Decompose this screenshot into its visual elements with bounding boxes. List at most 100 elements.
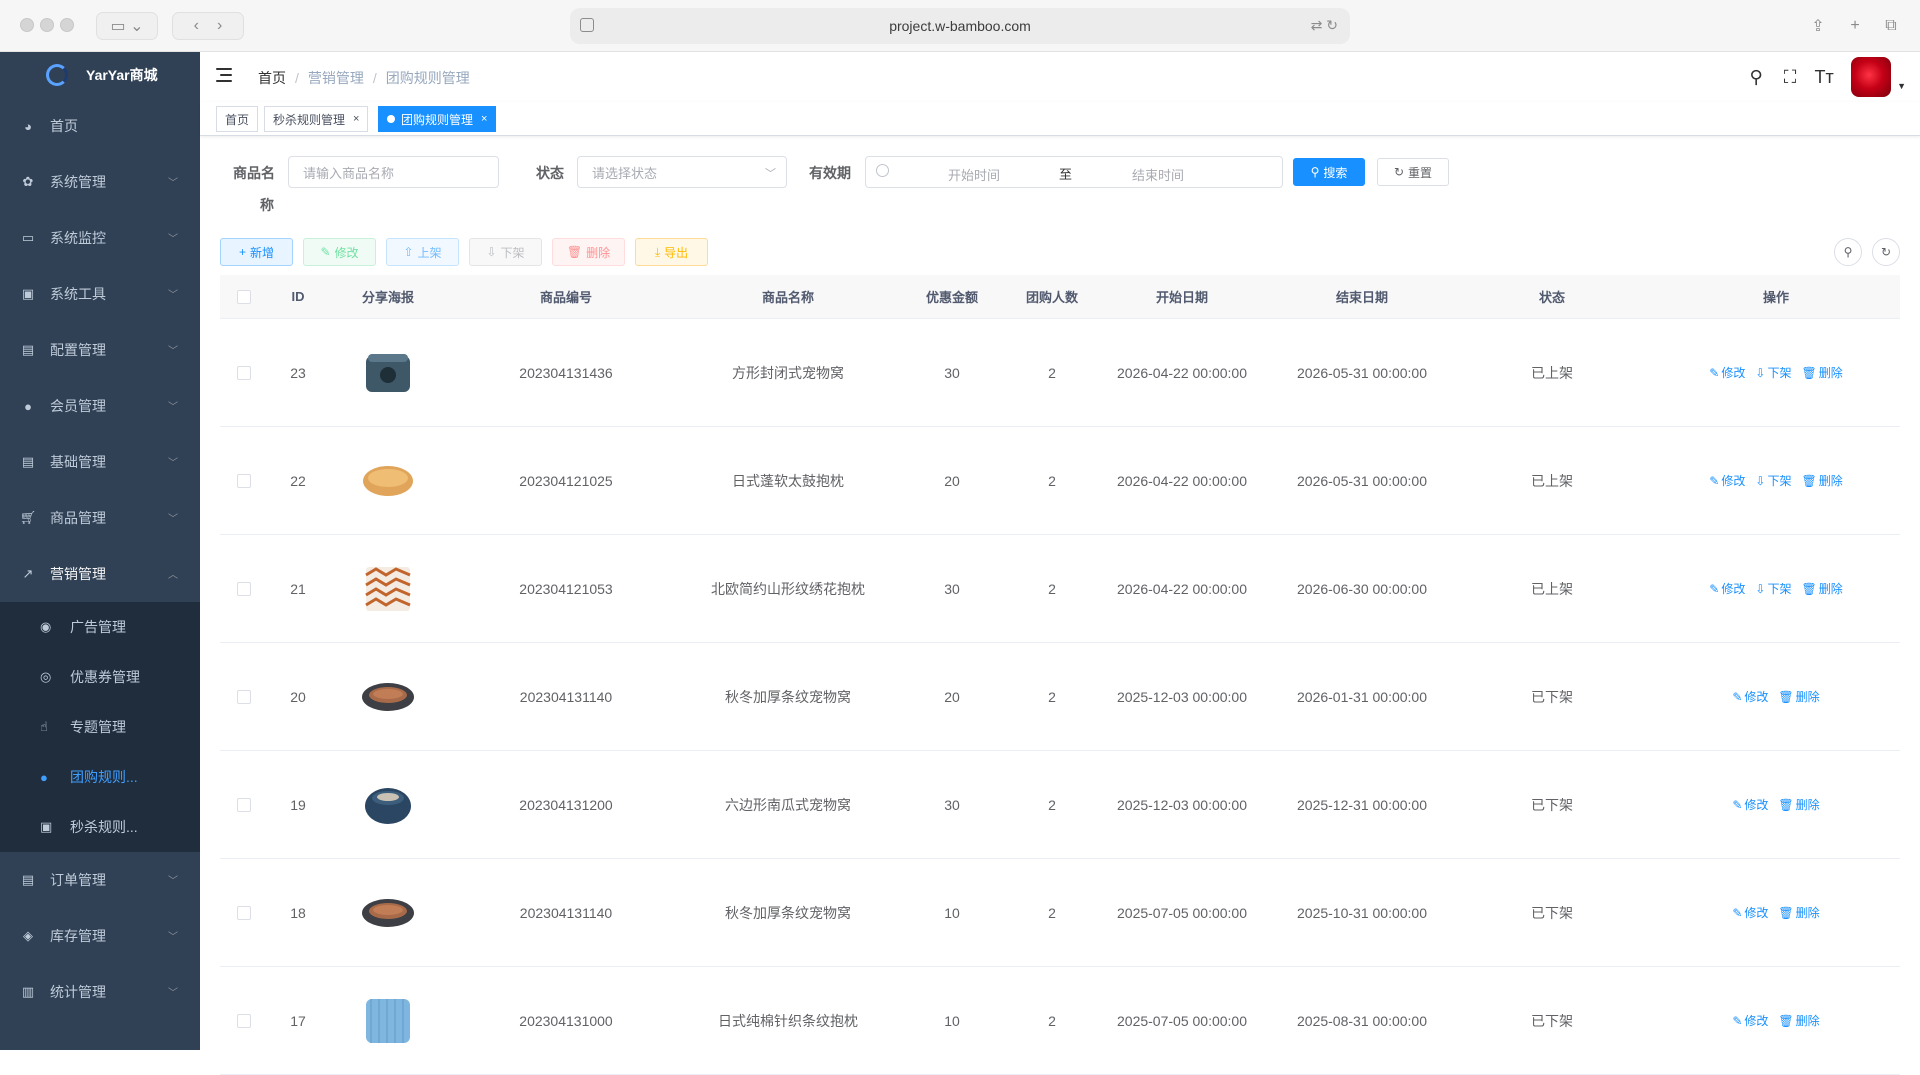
close-icon[interactable]: × bbox=[481, 113, 487, 125]
sidebar-item-base[interactable]: ▤ 基础管理 ﹀ bbox=[0, 434, 200, 490]
product-thumbnail[interactable] bbox=[360, 453, 416, 509]
row-checkbox[interactable] bbox=[237, 581, 251, 596]
sidebar-item-stats[interactable]: ▥ 统计管理 ﹀ bbox=[0, 964, 200, 1020]
close-icon[interactable]: × bbox=[353, 113, 359, 125]
row-edit-link[interactable]: ✎ 修改 bbox=[1709, 472, 1745, 489]
row-edit-link[interactable]: ✎ 修改 bbox=[1709, 580, 1745, 597]
row-delete-link[interactable]: 🗑︎ 删除 bbox=[1778, 688, 1819, 705]
window-close-button[interactable] bbox=[20, 18, 34, 32]
product-name-input[interactable]: 请输入商品名称 bbox=[288, 156, 499, 188]
avatar[interactable] bbox=[1851, 57, 1892, 97]
search-icon[interactable]: ⚲ bbox=[1739, 67, 1773, 88]
sidebar-item-flash-sale[interactable]: ▣ 秒杀规则... bbox=[0, 802, 200, 852]
row-delete-link[interactable]: 🗑︎ 删除 bbox=[1801, 472, 1842, 489]
export-button[interactable]: ⤓ 导出 bbox=[635, 238, 708, 266]
row-off-shelf-link[interactable]: ⇩ 下架 bbox=[1755, 472, 1791, 489]
toggle-search-button[interactable]: ⚲ bbox=[1834, 238, 1862, 266]
product-thumbnail[interactable] bbox=[360, 777, 416, 833]
edit-button[interactable]: ✎ 修改 bbox=[303, 238, 376, 266]
sidebar-item-system[interactable]: ✿ 系统管理 ﹀ bbox=[0, 154, 200, 210]
sidebar-item-group-buy[interactable]: ● 团购规则... bbox=[0, 752, 200, 802]
page-settings-icon[interactable] bbox=[580, 18, 594, 32]
app-logo[interactable]: YarYar商城 bbox=[0, 52, 200, 98]
cell-poster[interactable] bbox=[328, 535, 448, 642]
sidebar-item-monitor[interactable]: ▭ 系统监控 ﹀ bbox=[0, 210, 200, 266]
tag-flash-sale[interactable]: 秒杀规则管理 × bbox=[264, 106, 369, 132]
chevron-down-icon: ﹀ bbox=[168, 514, 178, 525]
trash-icon: 🗑︎ bbox=[1778, 689, 1794, 704]
sidebar-item-ads[interactable]: ◉ 广告管理 bbox=[0, 602, 200, 652]
share-icon[interactable]: ⇪ bbox=[1806, 12, 1830, 40]
search-button[interactable]: ⚲ 搜索 bbox=[1293, 158, 1365, 186]
hamburger-icon[interactable] bbox=[216, 68, 234, 84]
sidebar-item-marketing[interactable]: ↗ 营销管理 ︿ bbox=[0, 546, 200, 602]
start-date-input[interactable]: 开始时间 bbox=[948, 165, 1000, 184]
cell-poster[interactable] bbox=[328, 859, 448, 966]
sidebar-item-coupon[interactable]: ◎ 优惠券管理 bbox=[0, 652, 200, 702]
product-thumbnail[interactable] bbox=[360, 669, 416, 725]
cell-poster[interactable] bbox=[328, 319, 448, 426]
address-bar[interactable]: project.w-bamboo.com ⇄ ↻ bbox=[570, 8, 1350, 44]
row-delete-link[interactable]: 🗑︎ 删除 bbox=[1778, 904, 1819, 921]
back-icon[interactable]: ‹ bbox=[194, 17, 199, 35]
row-checkbox[interactable] bbox=[237, 1013, 251, 1028]
row-off-shelf-link[interactable]: ⇩ 下架 bbox=[1755, 580, 1791, 597]
cell-name: 秋冬加厚条纹宠物窝 bbox=[725, 688, 851, 705]
row-edit-link[interactable]: ✎ 修改 bbox=[1732, 904, 1768, 921]
new-tab-icon[interactable]: + bbox=[1843, 12, 1867, 40]
tab-overview-icon[interactable]: ⧉ bbox=[1879, 12, 1903, 40]
product-thumbnail[interactable] bbox=[360, 561, 416, 617]
sidebar-item-stock[interactable]: ◈ 库存管理 ﹀ bbox=[0, 908, 200, 964]
window-zoom-button[interactable] bbox=[60, 18, 74, 32]
cell-poster[interactable] bbox=[328, 967, 448, 1074]
end-date-input[interactable]: 结束时间 bbox=[1132, 165, 1184, 184]
sidebar-item-config[interactable]: ▤ 配置管理 ﹀ bbox=[0, 322, 200, 378]
product-thumbnail[interactable] bbox=[360, 345, 416, 401]
row-edit-link[interactable]: ✎ 修改 bbox=[1732, 688, 1768, 705]
sidebar-item-home[interactable]: ◕ 首页 bbox=[0, 98, 200, 154]
tag-home[interactable]: 首页 bbox=[216, 106, 259, 132]
window-minimize-button[interactable] bbox=[40, 18, 54, 32]
cell-poster[interactable] bbox=[328, 643, 448, 750]
row-edit-link[interactable]: ✎ 修改 bbox=[1732, 796, 1768, 813]
sidebar-item-goods[interactable]: 🛒︎ 商品管理 ﹀ bbox=[0, 490, 200, 546]
row-off-shelf-link[interactable]: ⇩ 下架 bbox=[1755, 364, 1791, 381]
row-checkbox[interactable] bbox=[237, 473, 251, 488]
cell-name: 北欧简约山形纹绣花抱枕 bbox=[711, 580, 865, 597]
translate-reload-icons[interactable]: ⇄ ↻ bbox=[1311, 17, 1338, 34]
sidebar-item-member[interactable]: ● 会员管理 ﹀ bbox=[0, 378, 200, 434]
row-edit-link[interactable]: ✎ 修改 bbox=[1709, 364, 1745, 381]
off-shelf-button[interactable]: ⇩ 下架 bbox=[469, 238, 542, 266]
sidebar-toggle-button[interactable]: ▭ ⌄ bbox=[96, 12, 158, 40]
row-checkbox[interactable] bbox=[237, 689, 251, 704]
select-all-checkbox[interactable] bbox=[237, 289, 251, 304]
delete-button[interactable]: 🗑︎ 删除 bbox=[552, 238, 625, 266]
sidebar-item-topic[interactable]: ☝ 专题管理 bbox=[0, 702, 200, 752]
row-delete-link[interactable]: 🗑︎ 删除 bbox=[1801, 364, 1842, 381]
forward-icon[interactable]: › bbox=[217, 17, 222, 35]
add-button[interactable]: + 新增 bbox=[220, 238, 293, 266]
row-checkbox[interactable] bbox=[237, 797, 251, 812]
sidebar-item-tools[interactable]: ▣ 系统工具 ﹀ bbox=[0, 266, 200, 322]
status-select[interactable]: 请选择状态 ﹀ bbox=[577, 156, 787, 188]
on-shelf-button[interactable]: ⇧ 上架 bbox=[386, 238, 459, 266]
row-delete-link[interactable]: 🗑︎ 删除 bbox=[1801, 580, 1842, 597]
row-checkbox[interactable] bbox=[237, 905, 251, 920]
date-range-picker[interactable]: 开始时间 至 结束时间 bbox=[865, 156, 1283, 188]
row-delete-link[interactable]: 🗑︎ 删除 bbox=[1778, 796, 1819, 813]
fullscreen-icon[interactable]: ⛶ bbox=[1773, 67, 1807, 88]
refresh-button[interactable]: ↻ bbox=[1872, 238, 1900, 266]
font-size-icon[interactable]: Tт bbox=[1807, 67, 1841, 88]
product-thumbnail[interactable] bbox=[360, 993, 416, 1049]
cell-poster[interactable] bbox=[328, 427, 448, 534]
sidebar-item-order[interactable]: ▤ 订单管理 ﹀ bbox=[0, 852, 200, 908]
row-delete-link[interactable]: 🗑︎ 删除 bbox=[1778, 1012, 1819, 1029]
cell-poster[interactable] bbox=[328, 751, 448, 858]
product-thumbnail[interactable] bbox=[360, 885, 416, 941]
row-checkbox[interactable] bbox=[237, 365, 251, 380]
row-edit-link[interactable]: ✎ 修改 bbox=[1732, 1012, 1768, 1029]
tag-group-buy[interactable]: 团购规则管理 × bbox=[378, 106, 497, 132]
caret-down-icon[interactable]: ▼ bbox=[1897, 81, 1906, 91]
reset-button[interactable]: ↻ 重置 bbox=[1377, 158, 1449, 186]
breadcrumb-home[interactable]: 首页 bbox=[258, 68, 286, 88]
